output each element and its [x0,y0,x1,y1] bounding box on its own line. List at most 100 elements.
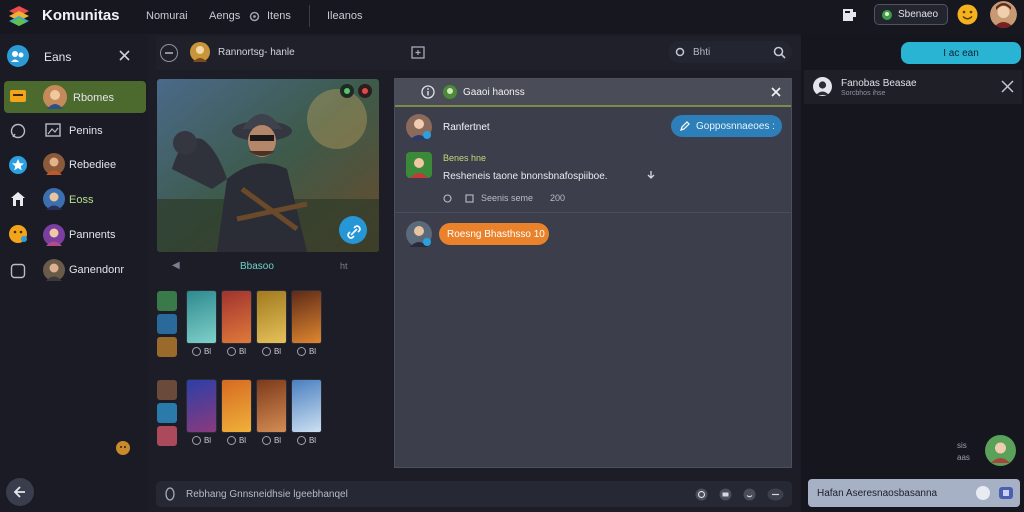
profile-card[interactable]: Fanobas Beasae Sorcbhos ihse [804,70,1022,104]
reaction-icon[interactable] [115,440,131,456]
gif-icon[interactable] [695,488,708,501]
info-icon[interactable] [421,85,435,99]
toolbar-avatar [190,42,210,62]
mini-thumb[interactable] [157,403,177,423]
share-icon[interactable] [340,84,354,98]
featured-artwork[interactable] [157,79,379,252]
card-badge-label: Bl [238,436,247,445]
game-card[interactable]: Bl [291,379,322,445]
search-icon[interactable] [773,46,786,59]
emoji-picker-icon[interactable] [743,488,756,501]
mini-thumb-column-2 [157,380,177,446]
search-box[interactable]: Bhti [668,41,792,63]
sidebar-item-label-4: Eoss [69,194,94,206]
reply-button[interactable]: Gopposnnaeoes : [671,115,782,137]
close-icon[interactable] [771,87,781,97]
side-line-1: sis [957,441,967,450]
mini-thumb[interactable] [157,380,177,400]
composer-input[interactable]: Rebhang Gnnsneidhsie lgeebhanqel [186,489,348,500]
logo-icon[interactable] [8,5,30,27]
mini-thumb[interactable] [157,314,177,334]
sidebar-item-label-2: Penins [69,125,103,137]
record-icon[interactable] [358,84,372,98]
side-line-2: aas [957,453,970,462]
right-input-text[interactable]: Hafan Aseresnaosbasanna [817,488,937,499]
chat-header: Gaaoi haonss [395,79,791,107]
nav-item-4[interactable]: Ileanos [327,10,362,22]
game-card[interactable]: Bl [256,379,287,445]
artwork-caption: Bbasoo [240,261,274,272]
game-card[interactable]: Bl [186,379,217,445]
sidebar-item-label-6: Ganendonr [69,264,125,276]
image-icon [45,122,61,141]
app-title: Komunitas [42,7,120,24]
window-icon[interactable] [411,46,425,59]
attach-icon[interactable] [164,487,176,501]
nav-divider [309,5,310,27]
card-row-2: Bl Bl Bl Bl [186,379,322,445]
grid-icon [465,193,474,203]
badge-icon [226,347,236,356]
message-meta: Seenis seme 200 [443,193,565,203]
nav-item-1[interactable]: Nomurai [146,10,188,22]
sidebar-item-label-1: Rbomes [73,92,114,104]
download-icon[interactable] [647,170,655,180]
game-card[interactable]: Bl [291,290,322,356]
badge-icon [296,347,306,356]
floating-avatar[interactable] [985,435,1016,466]
profile-avatar [813,77,832,96]
nav-item-3[interactable]: Itens [267,10,291,22]
card-badge-label: Bl [308,347,317,356]
mini-thumb-column-1 [157,291,177,357]
menu-button[interactable] [160,44,178,62]
send-icon[interactable] [767,488,784,501]
send-icon[interactable] [998,486,1014,500]
message-author: Ranfertnet [443,122,490,133]
sidebar-header: Eans [0,34,148,76]
back-button[interactable] [6,478,34,506]
bookmark-icon[interactable] [842,8,857,23]
mini-thumb[interactable] [157,291,177,311]
status-button-label: Sbenaeo [898,9,939,20]
reaction-button[interactable]: Roesng Bhasthsso 10 [439,223,549,245]
game-card[interactable]: Bl [256,290,287,356]
prev-marker[interactable]: ◀ [172,260,180,271]
sidebar-avatar-5 [43,224,65,246]
close-icon[interactable] [118,49,131,62]
message-avatar [406,152,432,178]
status-button[interactable]: Sbenaeo [874,4,948,25]
nav-item-2[interactable]: Aengs [209,10,240,22]
search-input[interactable]: Bhti [693,47,710,58]
toggle-icon[interactable] [976,486,990,500]
next-marker[interactable]: ht [340,261,348,271]
profile-name: Fanobas Beasae [841,78,917,89]
smile-icon[interactable] [957,4,978,25]
sidebar-avatar-6 [43,259,65,281]
top-bar: Komunitas Nomurai Aengs Itens Ileanos Sb… [0,0,1024,34]
mini-thumb[interactable] [157,426,177,446]
camera-icon[interactable] [719,488,732,501]
close-icon[interactable] [1001,80,1014,93]
user-avatar[interactable] [990,1,1017,28]
gear-icon[interactable] [249,11,260,22]
chat-avatar-icon [443,85,457,99]
card-artwork [256,379,287,433]
chat-panel: Gaaoi haonss Ranfertnet Gopposnnaeoes : … [394,78,792,468]
message-avatar [406,221,432,247]
link-icon[interactable] [346,224,362,240]
game-card[interactable]: Bl [186,290,217,356]
card-artwork [186,379,217,433]
badge-icon [191,436,201,445]
join-button[interactable]: I ac ean [901,42,1021,64]
profile-subtitle: Sorcbhos ihse [841,90,886,97]
message-meta-right: 200 [550,193,566,203]
community-icon[interactable] [7,45,29,67]
game-card[interactable]: Bl [221,290,252,356]
message-author: Benes hne [443,153,487,163]
card-artwork [186,290,217,344]
message-composer[interactable]: Rebhang Gnnsneidhsie lgeebhanqel [156,481,792,507]
card-artwork [221,379,252,433]
game-card[interactable]: Bl [221,379,252,445]
mini-thumb[interactable] [157,337,177,357]
right-input[interactable]: Hafan Aseresnaosbasanna [808,479,1020,507]
